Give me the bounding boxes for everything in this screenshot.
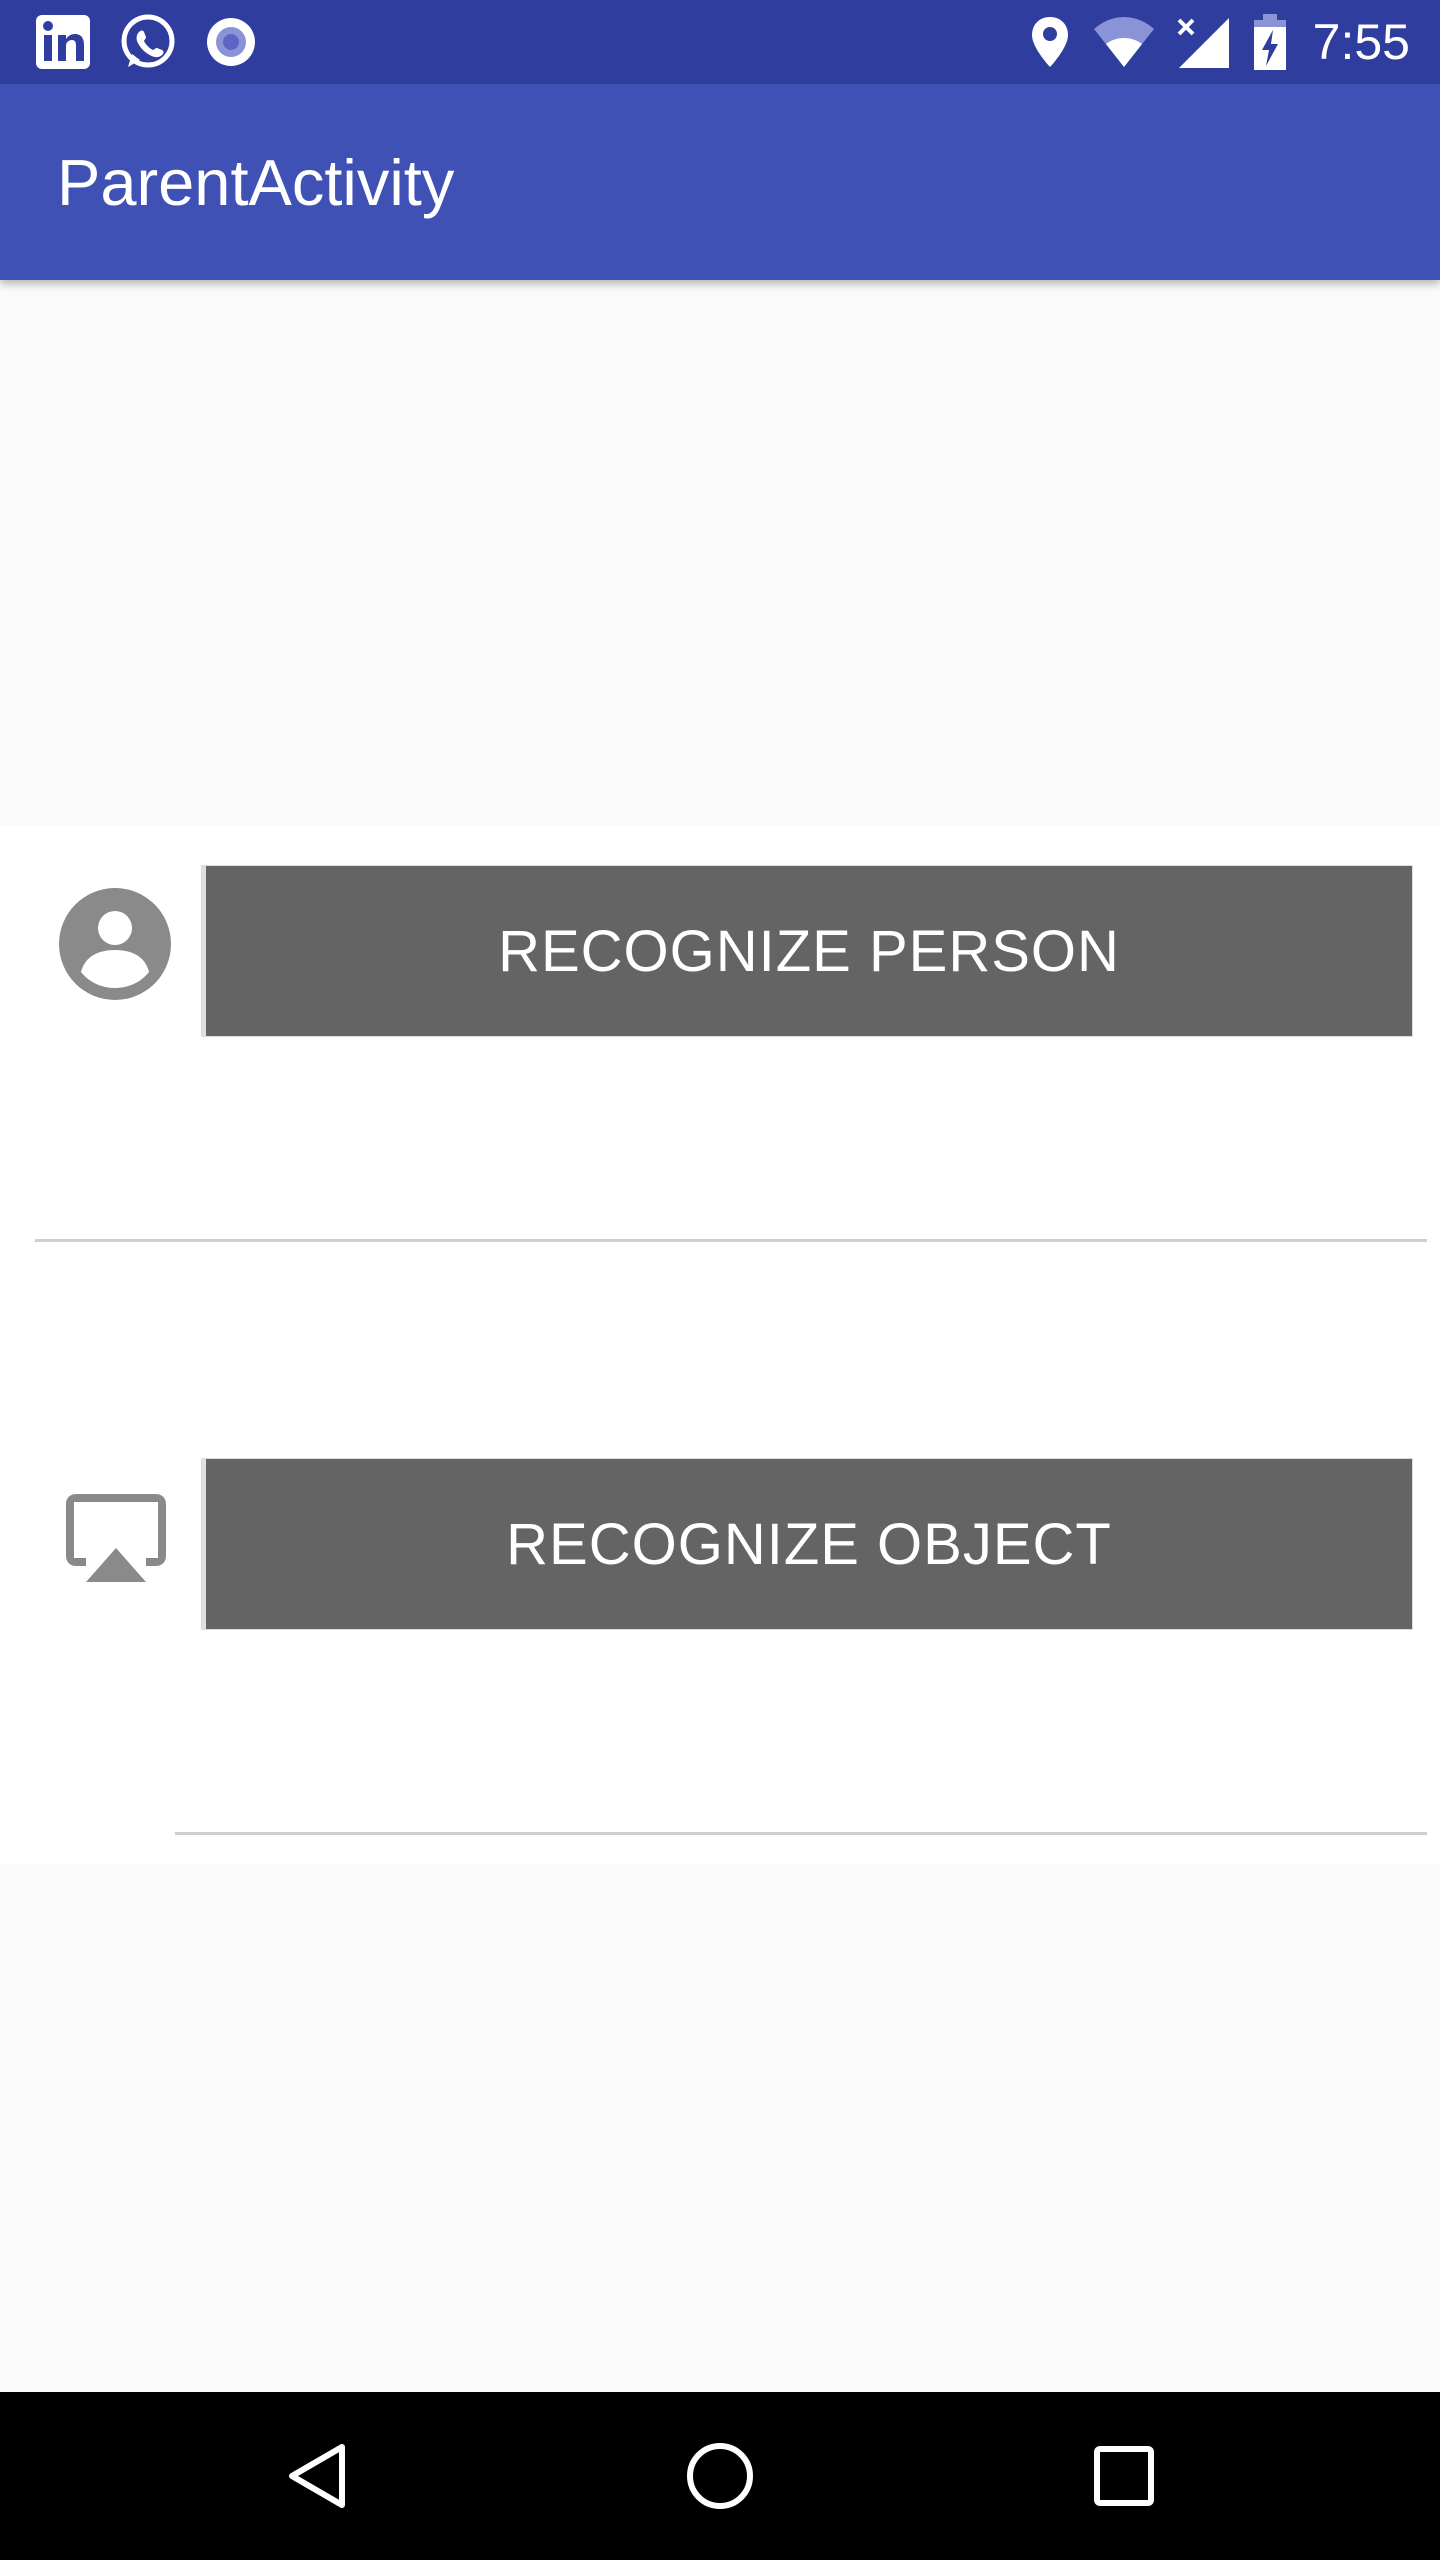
location-icon [1030, 0, 1070, 84]
battery-charging-icon [1252, 0, 1288, 84]
wifi-icon [1092, 0, 1156, 84]
status-bar: 7:55 [0, 0, 1440, 84]
app-bar: ParentActivity [0, 84, 1440, 280]
back-icon[interactable] [216, 2392, 416, 2560]
cast-icon [60, 1488, 172, 1588]
status-time: 7:55 [1312, 14, 1410, 70]
home-icon[interactable] [620, 2392, 820, 2560]
actions-card: RECOGNIZE PERSON RECOGNIZE OBJECT [0, 826, 1440, 1864]
linkedin-icon [34, 0, 92, 84]
radio-icon [203, 0, 259, 84]
whatsapp-icon [118, 0, 178, 84]
divider [175, 1832, 1427, 1835]
divider [35, 1239, 1427, 1242]
page-title: ParentActivity [57, 145, 455, 219]
navigation-bar [0, 2392, 1440, 2560]
signal-icon [1175, 0, 1231, 84]
recents-icon[interactable] [1024, 2392, 1224, 2560]
recognize-object-button[interactable]: RECOGNIZE OBJECT [202, 1459, 1412, 1629]
recognize-person-button[interactable]: RECOGNIZE PERSON [202, 866, 1412, 1036]
person-icon [57, 886, 173, 1002]
